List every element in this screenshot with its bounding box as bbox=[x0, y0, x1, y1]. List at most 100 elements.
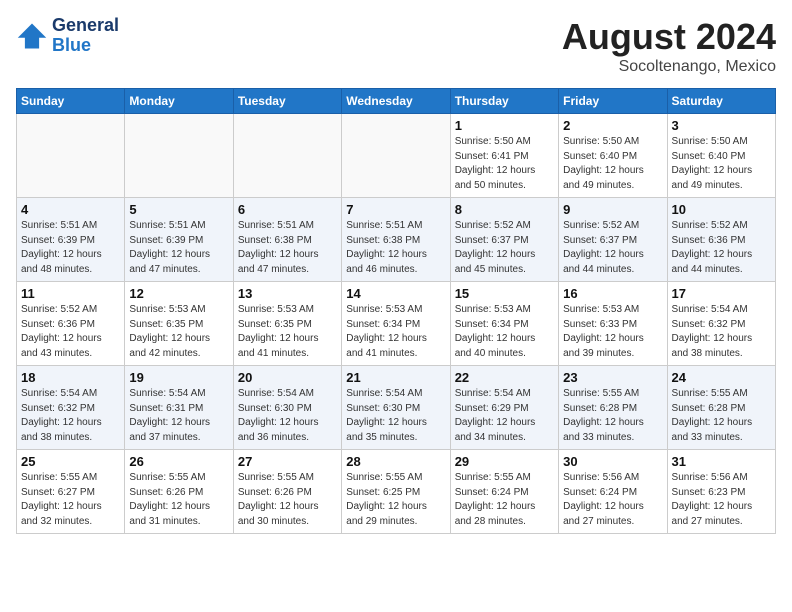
day-info: Sunrise: 5:50 AM Sunset: 6:40 PM Dayligh… bbox=[563, 135, 662, 193]
day-number: 3 bbox=[672, 118, 771, 133]
calendar-day-cell: 20 Sunrise: 5:54 AM Sunset: 6:30 PM Dayli… bbox=[233, 366, 341, 450]
day-info: Sunrise: 5:54 AM Sunset: 6:30 PM Dayligh… bbox=[238, 387, 337, 445]
calendar-day-cell: 26 Sunrise: 5:55 AM Sunset: 6:26 PM Dayli… bbox=[125, 450, 233, 534]
day-info: Sunrise: 5:54 AM Sunset: 6:30 PM Dayligh… bbox=[346, 387, 445, 445]
calendar-day-cell: 28Sunrise: 5:55 AM Sunset: 6:25 PM Dayli… bbox=[342, 450, 450, 534]
day-info: Sunrise: 5:55 AM Sunset: 6:27 PM Dayligh… bbox=[21, 471, 120, 529]
day-info: Sunrise: 5:50 AM Sunset: 6:41 PM Dayligh… bbox=[455, 135, 554, 193]
calendar-day-cell: 31 Sunrise: 5:56 AM Sunset: 6:23 PM Dayli… bbox=[667, 450, 775, 534]
day-number: 1 bbox=[455, 118, 554, 133]
day-number: 22 bbox=[455, 370, 554, 385]
day-info: Sunrise: 5:54 AM Sunset: 6:32 PM Dayligh… bbox=[672, 303, 771, 361]
page-header: General Blue August 2024 Socoltenango, M… bbox=[16, 16, 776, 76]
weekday-header-sunday: Sunday bbox=[17, 89, 125, 114]
calendar-day-cell bbox=[233, 114, 341, 198]
calendar-day-cell: 22 Sunrise: 5:54 AM Sunset: 6:29 PM Dayli… bbox=[450, 366, 558, 450]
calendar-day-cell: 3 Sunrise: 5:50 AM Sunset: 6:40 PM Daylig… bbox=[667, 114, 775, 198]
day-number: 17 bbox=[672, 286, 771, 301]
calendar-day-cell: 7Sunrise: 5:51 AM Sunset: 6:38 PM Daylig… bbox=[342, 198, 450, 282]
day-info: Sunrise: 5:55 AM Sunset: 6:24 PM Dayligh… bbox=[455, 471, 554, 529]
weekday-header-saturday: Saturday bbox=[667, 89, 775, 114]
weekday-header-friday: Friday bbox=[559, 89, 667, 114]
day-number: 14 bbox=[346, 286, 445, 301]
location: Socoltenango, Mexico bbox=[562, 58, 776, 76]
day-info: Sunrise: 5:55 AM Sunset: 6:26 PM Dayligh… bbox=[238, 471, 337, 529]
logo: General Blue bbox=[16, 16, 119, 56]
day-info: Sunrise: 5:52 AM Sunset: 6:36 PM Dayligh… bbox=[21, 303, 120, 361]
weekday-header-tuesday: Tuesday bbox=[233, 89, 341, 114]
title-block: August 2024 Socoltenango, Mexico bbox=[562, 16, 776, 76]
day-info: Sunrise: 5:51 AM Sunset: 6:38 PM Dayligh… bbox=[346, 219, 445, 277]
day-number: 5 bbox=[129, 202, 228, 217]
day-info: Sunrise: 5:51 AM Sunset: 6:38 PM Dayligh… bbox=[238, 219, 337, 277]
month-title: August 2024 bbox=[562, 16, 776, 58]
calendar-day-cell: 15 Sunrise: 5:53 AM Sunset: 6:34 PM Dayli… bbox=[450, 282, 558, 366]
day-number: 25 bbox=[21, 454, 120, 469]
day-info: Sunrise: 5:52 AM Sunset: 6:36 PM Dayligh… bbox=[672, 219, 771, 277]
day-number: 27 bbox=[238, 454, 337, 469]
calendar-day-cell: 5 Sunrise: 5:51 AM Sunset: 6:39 PM Daylig… bbox=[125, 198, 233, 282]
calendar-day-cell: 16 Sunrise: 5:53 AM Sunset: 6:33 PM Dayli… bbox=[559, 282, 667, 366]
calendar-day-cell: 1 Sunrise: 5:50 AM Sunset: 6:41 PM Daylig… bbox=[450, 114, 558, 198]
day-number: 31 bbox=[672, 454, 771, 469]
day-info: Sunrise: 5:53 AM Sunset: 6:34 PM Dayligh… bbox=[455, 303, 554, 361]
day-info: Sunrise: 5:53 AM Sunset: 6:35 PM Dayligh… bbox=[238, 303, 337, 361]
calendar-week-row: 25 Sunrise: 5:55 AM Sunset: 6:27 PM Dayli… bbox=[17, 450, 776, 534]
calendar-table: SundayMondayTuesdayWednesdayThursdayFrid… bbox=[16, 88, 776, 534]
weekday-header-row: SundayMondayTuesdayWednesdayThursdayFrid… bbox=[17, 89, 776, 114]
calendar-day-cell bbox=[17, 114, 125, 198]
day-info: Sunrise: 5:54 AM Sunset: 6:29 PM Dayligh… bbox=[455, 387, 554, 445]
calendar-week-row: 1 Sunrise: 5:50 AM Sunset: 6:41 PM Daylig… bbox=[17, 114, 776, 198]
day-number: 9 bbox=[563, 202, 662, 217]
day-info: Sunrise: 5:54 AM Sunset: 6:32 PM Dayligh… bbox=[21, 387, 120, 445]
day-number: 24 bbox=[672, 370, 771, 385]
day-info: Sunrise: 5:55 AM Sunset: 6:26 PM Dayligh… bbox=[129, 471, 228, 529]
calendar-week-row: 11 Sunrise: 5:52 AM Sunset: 6:36 PM Dayli… bbox=[17, 282, 776, 366]
calendar-day-cell: 29Sunrise: 5:55 AM Sunset: 6:24 PM Dayli… bbox=[450, 450, 558, 534]
day-number: 6 bbox=[238, 202, 337, 217]
calendar-day-cell: 21Sunrise: 5:54 AM Sunset: 6:30 PM Dayli… bbox=[342, 366, 450, 450]
day-info: Sunrise: 5:56 AM Sunset: 6:23 PM Dayligh… bbox=[672, 471, 771, 529]
calendar-day-cell: 30Sunrise: 5:56 AM Sunset: 6:24 PM Dayli… bbox=[559, 450, 667, 534]
calendar-day-cell: 11 Sunrise: 5:52 AM Sunset: 6:36 PM Dayli… bbox=[17, 282, 125, 366]
day-info: Sunrise: 5:53 AM Sunset: 6:34 PM Dayligh… bbox=[346, 303, 445, 361]
day-number: 11 bbox=[21, 286, 120, 301]
day-info: Sunrise: 5:51 AM Sunset: 6:39 PM Dayligh… bbox=[21, 219, 120, 277]
day-number: 13 bbox=[238, 286, 337, 301]
calendar-day-cell: 4 Sunrise: 5:51 AM Sunset: 6:39 PM Daylig… bbox=[17, 198, 125, 282]
logo-icon bbox=[16, 20, 48, 52]
day-number: 28 bbox=[346, 454, 445, 469]
day-number: 30 bbox=[563, 454, 662, 469]
calendar-day-cell: 19Sunrise: 5:54 AM Sunset: 6:31 PM Dayli… bbox=[125, 366, 233, 450]
day-number: 20 bbox=[238, 370, 337, 385]
calendar-day-cell: 14 Sunrise: 5:53 AM Sunset: 6:34 PM Dayli… bbox=[342, 282, 450, 366]
calendar-week-row: 4 Sunrise: 5:51 AM Sunset: 6:39 PM Daylig… bbox=[17, 198, 776, 282]
day-number: 12 bbox=[129, 286, 228, 301]
calendar-day-cell bbox=[342, 114, 450, 198]
weekday-header-thursday: Thursday bbox=[450, 89, 558, 114]
calendar-day-cell: 24 Sunrise: 5:55 AM Sunset: 6:28 PM Dayli… bbox=[667, 366, 775, 450]
day-info: Sunrise: 5:52 AM Sunset: 6:37 PM Dayligh… bbox=[563, 219, 662, 277]
day-info: Sunrise: 5:53 AM Sunset: 6:35 PM Dayligh… bbox=[129, 303, 228, 361]
calendar-day-cell: 18 Sunrise: 5:54 AM Sunset: 6:32 PM Dayli… bbox=[17, 366, 125, 450]
day-info: Sunrise: 5:50 AM Sunset: 6:40 PM Dayligh… bbox=[672, 135, 771, 193]
calendar-day-cell: 17 Sunrise: 5:54 AM Sunset: 6:32 PM Dayli… bbox=[667, 282, 775, 366]
calendar-day-cell: 10Sunrise: 5:52 AM Sunset: 6:36 PM Dayli… bbox=[667, 198, 775, 282]
day-number: 26 bbox=[129, 454, 228, 469]
day-info: Sunrise: 5:52 AM Sunset: 6:37 PM Dayligh… bbox=[455, 219, 554, 277]
day-info: Sunrise: 5:54 AM Sunset: 6:31 PM Dayligh… bbox=[129, 387, 228, 445]
calendar-day-cell: 13 Sunrise: 5:53 AM Sunset: 6:35 PM Dayli… bbox=[233, 282, 341, 366]
calendar-day-cell: 9 Sunrise: 5:52 AM Sunset: 6:37 PM Daylig… bbox=[559, 198, 667, 282]
day-number: 18 bbox=[21, 370, 120, 385]
day-info: Sunrise: 5:55 AM Sunset: 6:28 PM Dayligh… bbox=[672, 387, 771, 445]
calendar-day-cell: 27 Sunrise: 5:55 AM Sunset: 6:26 PM Dayli… bbox=[233, 450, 341, 534]
calendar-day-cell: 2Sunrise: 5:50 AM Sunset: 6:40 PM Daylig… bbox=[559, 114, 667, 198]
day-number: 16 bbox=[563, 286, 662, 301]
calendar-day-cell: 23Sunrise: 5:55 AM Sunset: 6:28 PM Dayli… bbox=[559, 366, 667, 450]
day-number: 15 bbox=[455, 286, 554, 301]
day-info: Sunrise: 5:53 AM Sunset: 6:33 PM Dayligh… bbox=[563, 303, 662, 361]
day-info: Sunrise: 5:51 AM Sunset: 6:39 PM Dayligh… bbox=[129, 219, 228, 277]
calendar-day-cell: 12 Sunrise: 5:53 AM Sunset: 6:35 PM Dayli… bbox=[125, 282, 233, 366]
day-number: 4 bbox=[21, 202, 120, 217]
weekday-header-wednesday: Wednesday bbox=[342, 89, 450, 114]
